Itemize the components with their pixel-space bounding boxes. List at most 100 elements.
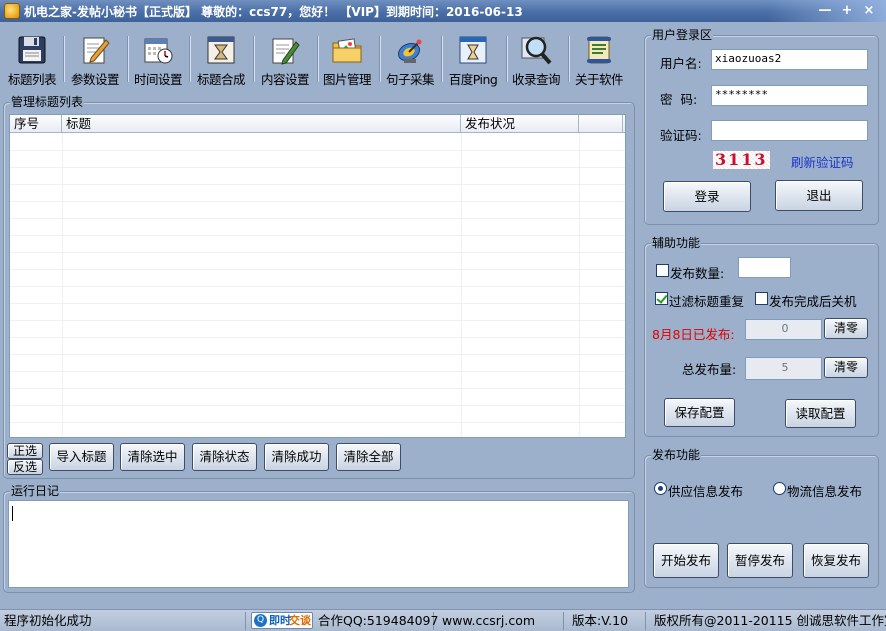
toolbar-title-merge-button[interactable]: 标题合成 bbox=[193, 34, 249, 87]
toolbar-separator bbox=[127, 36, 129, 82]
clear-total-button[interactable]: 清零 bbox=[824, 357, 868, 378]
clear-success-button[interactable]: 清除成功 bbox=[264, 443, 329, 471]
run-log-textarea[interactable] bbox=[8, 500, 629, 588]
toolbar-baidu-ping-button[interactable]: 百度Ping bbox=[444, 34, 502, 87]
text-caret bbox=[12, 506, 13, 521]
toolbar-separator bbox=[253, 36, 255, 82]
column-header-title[interactable]: 标题 bbox=[62, 115, 461, 132]
satellite-dish-icon bbox=[394, 34, 426, 66]
clear-selected-button[interactable]: 清除选中 bbox=[120, 443, 185, 471]
load-config-button[interactable]: 读取配置 bbox=[785, 399, 856, 428]
toolbar-label: 收录查询 bbox=[511, 72, 561, 87]
floppy-disk-icon bbox=[16, 34, 48, 66]
hourglass-app-icon bbox=[457, 34, 489, 66]
toolbar-index-query-button[interactable]: 收录查询 bbox=[508, 34, 564, 87]
instant-chat-badge[interactable]: Q 即时 交谈 bbox=[251, 612, 313, 629]
column-header-status[interactable]: 发布状况 bbox=[461, 115, 579, 132]
close-icon[interactable]: × bbox=[861, 3, 877, 19]
clear-status-button[interactable]: 清除状态 bbox=[192, 443, 257, 471]
pause-publish-button[interactable]: 暂停发布 bbox=[727, 543, 793, 578]
edit-document-icon bbox=[79, 34, 111, 66]
toolbar-time-button[interactable]: 时间设置 bbox=[130, 34, 186, 87]
calendar-clock-icon bbox=[142, 34, 174, 66]
refresh-captcha-link[interactable]: 刷新验证码 bbox=[791, 152, 854, 171]
title-bar: 机电之家-发帖小秘书【正式版】 尊敬的：ccs77，您好！ 【VIP】到期时间：… bbox=[0, 0, 886, 22]
grid-row-line bbox=[10, 286, 625, 287]
column-header-filler bbox=[579, 115, 623, 132]
toolbar-title-list-button[interactable]: 标题列表 bbox=[4, 34, 60, 87]
run-log-group-label: 运行日记 bbox=[10, 484, 61, 498]
captcha-field[interactable] bbox=[711, 120, 868, 141]
toolbar-content-button[interactable]: 内容设置 bbox=[256, 34, 314, 87]
filter-duplicate-checkbox[interactable] bbox=[655, 292, 668, 305]
grid-row-line bbox=[10, 150, 625, 151]
window-title: 机电之家-发帖小秘书【正式版】 尊敬的：ccs77，您好！ 【VIP】到期时间：… bbox=[24, 5, 523, 19]
publish-count-field[interactable] bbox=[738, 257, 791, 278]
copyright: 版权所有@2011-20115 创诚思软件工作室 bbox=[654, 613, 886, 628]
info-scroll-icon bbox=[583, 34, 615, 66]
import-titles-button[interactable]: 导入标题 bbox=[49, 443, 114, 471]
toolbar-label: 标题列表 bbox=[7, 72, 57, 87]
invert-selection-button[interactable]: 反选 bbox=[7, 459, 43, 475]
grid-column-line bbox=[579, 133, 580, 437]
filter-duplicate-label: 过滤标题重复 bbox=[669, 294, 745, 309]
logout-button[interactable]: 退出 bbox=[775, 180, 863, 211]
minimize-icon[interactable]: — bbox=[817, 3, 833, 19]
logistics-radio[interactable] bbox=[773, 482, 786, 495]
logistics-label: 物流信息发布 bbox=[787, 484, 863, 499]
username-field[interactable]: xiaozuoas2 bbox=[711, 49, 868, 70]
toolbar-image-button[interactable]: 图片管理 bbox=[319, 34, 375, 87]
toolbar-label: 句子采集 bbox=[385, 72, 435, 87]
login-group-label: 用户登录区 bbox=[651, 28, 714, 42]
save-config-button[interactable]: 保存配置 bbox=[664, 398, 735, 427]
total-published-field: 5 bbox=[745, 357, 822, 380]
clear-today-button[interactable]: 清零 bbox=[824, 318, 868, 339]
toolbar-label: 内容设置 bbox=[260, 72, 310, 87]
password-field[interactable]: ******** bbox=[711, 85, 868, 106]
publish-count-checkbox[interactable] bbox=[656, 264, 669, 277]
shutdown-after-publish-label: 发布完成后关机 bbox=[769, 294, 857, 309]
grid-row-line bbox=[10, 303, 625, 304]
qq-contact: 合作QQ:519484097 bbox=[314, 612, 438, 630]
pen-document-icon bbox=[269, 34, 301, 66]
column-header-index[interactable]: 序号 bbox=[10, 115, 62, 132]
grid-row-line bbox=[10, 201, 625, 202]
grid-column-line bbox=[62, 133, 63, 437]
today-published-label: 8月8日已发布: bbox=[652, 327, 735, 342]
grid-row-line bbox=[10, 388, 625, 389]
password-label: 密 码: bbox=[660, 92, 698, 107]
magnifier-icon bbox=[520, 34, 552, 66]
grid-row-line bbox=[10, 184, 625, 185]
shutdown-after-publish-checkbox[interactable] bbox=[755, 292, 768, 305]
website: www.ccsrj.com bbox=[438, 612, 564, 630]
start-publish-button[interactable]: 开始发布 bbox=[653, 543, 719, 578]
list-header: 序号 标题 发布状况 bbox=[10, 115, 625, 133]
grid-row-line bbox=[10, 405, 625, 406]
grid-row-line bbox=[10, 235, 625, 236]
maximize-icon[interactable]: + bbox=[839, 3, 855, 19]
captcha-image: 3113 bbox=[713, 150, 770, 169]
publish-group-label: 发布功能 bbox=[651, 448, 702, 462]
today-published-field: 0 bbox=[745, 319, 822, 340]
version: 版本:V.10 bbox=[568, 612, 646, 630]
toolbar-params-button[interactable]: 参数设置 bbox=[66, 34, 124, 87]
badge-suffix: 交谈 bbox=[289, 614, 311, 627]
supply-radio[interactable] bbox=[654, 482, 667, 495]
title-list-view[interactable]: 序号 标题 发布状况 bbox=[9, 114, 626, 438]
grid-row-line bbox=[10, 167, 625, 168]
toolbar-sentence-button[interactable]: 句子采集 bbox=[382, 34, 438, 87]
clear-all-button[interactable]: 清除全部 bbox=[336, 443, 401, 471]
toolbar-separator bbox=[189, 36, 191, 82]
title-list-group-label: 管理标题列表 bbox=[10, 95, 85, 109]
select-all-button[interactable]: 正选 bbox=[7, 443, 43, 459]
resume-publish-button[interactable]: 恢复发布 bbox=[803, 543, 869, 578]
app-icon bbox=[4, 3, 20, 19]
toolbar-label: 时间设置 bbox=[133, 72, 183, 87]
toolbar-label: 百度Ping bbox=[448, 72, 498, 87]
grid-row-line bbox=[10, 320, 625, 321]
grid-column-line bbox=[461, 133, 462, 437]
toolbar-about-button[interactable]: 关于软件 bbox=[571, 34, 627, 87]
toolbar-separator bbox=[379, 36, 381, 82]
login-button[interactable]: 登录 bbox=[663, 181, 751, 212]
username-label: 用户名: bbox=[660, 56, 702, 71]
